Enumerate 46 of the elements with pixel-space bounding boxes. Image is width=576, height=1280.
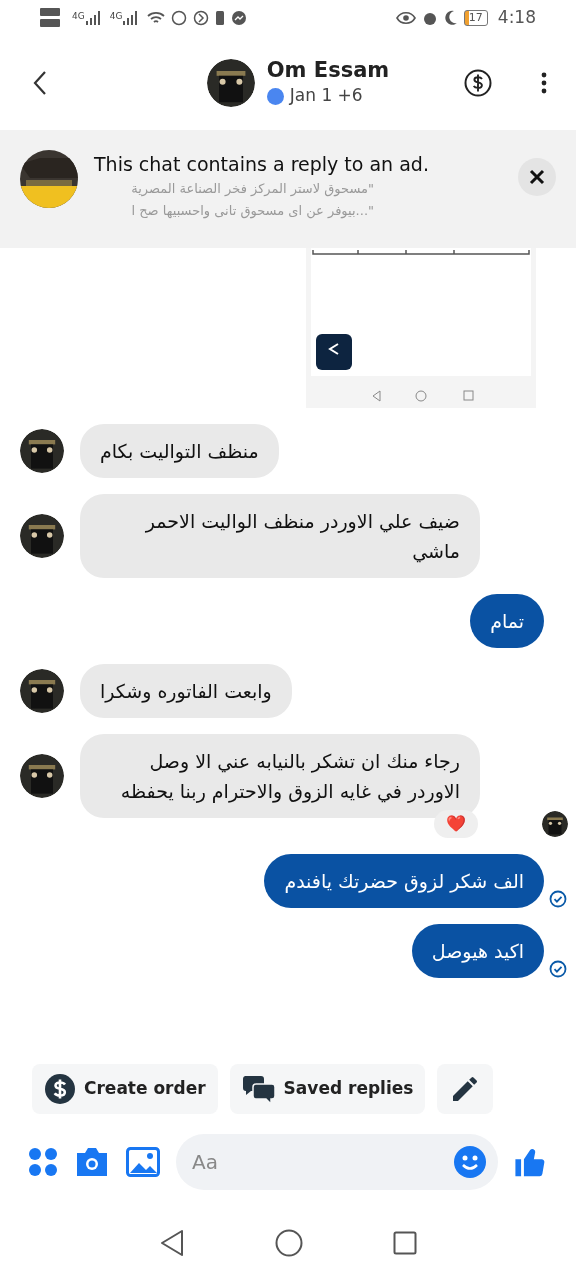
seen-avatar: [542, 811, 568, 837]
signal-icon: [123, 11, 138, 25]
clock: 4:18: [497, 6, 536, 30]
wifi-icon: [147, 11, 166, 25]
moon-icon: [443, 10, 458, 26]
outgoing-message: اكيد هيوصل: [411, 924, 544, 978]
ad-banner-title: This chat contains a reply to an ad.: [94, 152, 430, 177]
emoji-icon[interactable]: [454, 1146, 486, 1178]
edit-button[interactable]: [437, 1064, 494, 1114]
contact-name: Om Essam: [266, 57, 390, 84]
ad-quote-line: "...بيوفر عن اى مسحوق تانى واحسبيها صح ا: [130, 202, 374, 221]
camera-icon[interactable]: [74, 1147, 110, 1177]
outgoing-message: تمام: [470, 594, 544, 648]
home-nav-icon[interactable]: [275, 1229, 303, 1257]
message-input[interactable]: Aa: [176, 1134, 498, 1190]
outgoing-message: الف شكر لزوق حضرتك يافندم: [264, 854, 544, 908]
network-type: 4G: [72, 11, 85, 21]
avatar: [20, 669, 64, 713]
apps-icon[interactable]: [28, 1147, 58, 1177]
create-order-button[interactable]: Create order: [32, 1064, 218, 1114]
signal-icon: [85, 11, 100, 25]
eye-icon: [395, 11, 416, 25]
avatar: [20, 514, 64, 558]
close-button[interactable]: [518, 158, 556, 196]
ad-quote-line: "مسحوق لاستر المركز فخر الصناعة المصرية: [130, 180, 374, 199]
delivered-icon: [549, 890, 567, 908]
more-icon[interactable]: [540, 72, 548, 94]
saved-replies-button[interactable]: Saved replies: [229, 1064, 426, 1114]
contact-subtitle: Jan 1 +6: [289, 84, 363, 108]
battery-indicator: 17: [463, 10, 488, 26]
close-icon: [529, 169, 545, 185]
incoming-message: منظف التواليت بكام: [80, 424, 279, 478]
chat-bubbles-icon: [241, 1074, 276, 1104]
avatar: [20, 754, 64, 798]
dollar-icon: [44, 1073, 76, 1105]
back-nav-icon[interactable]: [159, 1229, 185, 1257]
recents-nav-icon[interactable]: [393, 1231, 417, 1255]
avatar: [20, 429, 64, 473]
image-icon[interactable]: [126, 1147, 160, 1177]
network-type: 4G: [109, 11, 123, 21]
delivered-icon: [549, 960, 567, 978]
incoming-message: ضيف علي الاوردر منظف الواليت الاحمر ماشي: [80, 494, 480, 578]
dollar-icon[interactable]: [464, 69, 492, 97]
incoming-message: وابعت الفاتوره وشكرا: [80, 664, 292, 718]
contact-avatar: [206, 59, 255, 107]
messenger-icon: [231, 10, 248, 26]
